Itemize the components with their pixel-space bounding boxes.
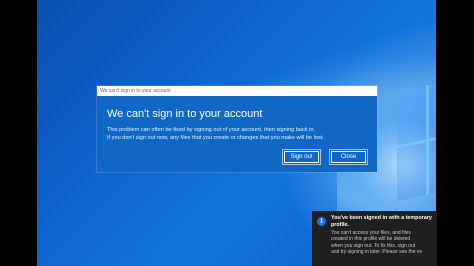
close-button[interactable]: Close: [329, 149, 368, 165]
notification-title-line: You've been signed in with a temporary: [331, 215, 432, 221]
letterbox-right: [436, 0, 474, 266]
notification-body-line: and try signing in later. Please see the…: [331, 248, 423, 255]
windows-logo-icon: [397, 78, 436, 202]
notification-title-line: profile.: [331, 221, 349, 228]
info-icon: i: [317, 217, 326, 226]
dialog-heading: We can't sign in to your account: [107, 108, 263, 120]
dialog-message-line: If you don't sign out now, any files tha…: [107, 135, 324, 141]
letterbox-left: [0, 0, 37, 266]
notification-title: You've been signed in with a temporary p…: [331, 215, 435, 228]
sign-out-button[interactable]: Sign out: [282, 149, 321, 165]
temporary-profile-notification[interactable]: i You've been signed in with a temporary…: [312, 211, 437, 266]
dialog-message: This problem can often be fixed by signi…: [107, 126, 369, 142]
notification-body: You can't access your files, and files c…: [331, 230, 435, 255]
dialog-titlebar[interactable]: We can't sign in to your account: [97, 86, 377, 96]
dialog-message-line: This problem can often be fixed by signi…: [107, 127, 316, 133]
